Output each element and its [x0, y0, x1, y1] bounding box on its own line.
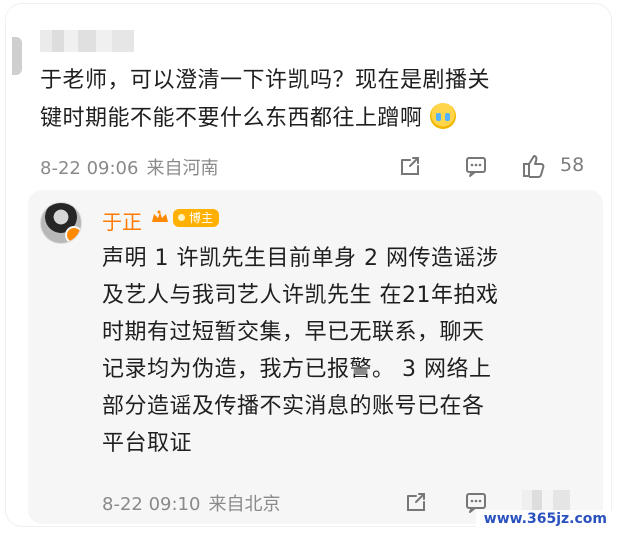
site-watermark: www.365jz.com — [475, 510, 615, 528]
author-badge: 博主 — [173, 209, 220, 227]
crown-icon — [152, 210, 168, 222]
avatar[interactable] — [40, 202, 82, 244]
thumbs-up-icon — [523, 155, 545, 178]
share-icon — [401, 157, 419, 175]
reply-location: 来自北京 — [208, 494, 281, 515]
share-icon — [407, 493, 425, 511]
comment-button[interactable] — [462, 152, 492, 180]
reply-time: 8-22 09:10 — [102, 494, 201, 515]
share-button[interactable] — [396, 152, 426, 180]
crying-emoji-icon — [430, 103, 457, 129]
comment-meta: 8-22 09:06 来自河南 58 — [40, 152, 600, 180]
comment-time: 8-22 09:06 — [40, 158, 139, 179]
comment-screenshot-frame: 于老师，可以澄清一下许凯吗？现在是剧播关 键时期能不能不要什么东西都往上蹭啊 8… — [6, 4, 611, 526]
top-commenter-area — [6, 4, 136, 75]
reply-card: 于正 博主 声明 1 许凯先生目前单身 2 网传造谣涉 及艺人与我司艺人许凯先生… — [28, 190, 603, 524]
comment-icon — [466, 157, 486, 177]
like-count: 58 — [560, 154, 585, 176]
share-button[interactable] — [402, 488, 430, 521]
blurred-username — [40, 30, 134, 52]
comment-line-2: 键时期能不能不要什么东西都往上蹭啊 — [40, 106, 423, 131]
blurred-like-area — [522, 490, 570, 512]
avatar[interactable] — [12, 37, 22, 75]
comment-text: 于老师，可以澄清一下许凯吗？现在是剧播关 键时期能不能不要什么东西都往上蹭啊 — [40, 62, 580, 138]
comment-actions: 58 — [370, 152, 600, 180]
reply-author-name[interactable]: 于正 — [102, 206, 142, 235]
like-button[interactable] — [520, 152, 550, 180]
reply-time-location: 8-22 09:10 来自北京 — [102, 490, 280, 516]
reply-text: 声明 1 许凯先生目前单身 2 网传造谣涉 及艺人与我司艺人许凯先生 在21年拍… — [102, 246, 499, 456]
comment-line-1: 于老师，可以澄清一下许凯吗？现在是剧播关 — [40, 68, 491, 93]
comment-location: 来自河南 — [146, 158, 219, 179]
comment-time-location: 8-22 09:06 来自河南 — [40, 154, 218, 180]
